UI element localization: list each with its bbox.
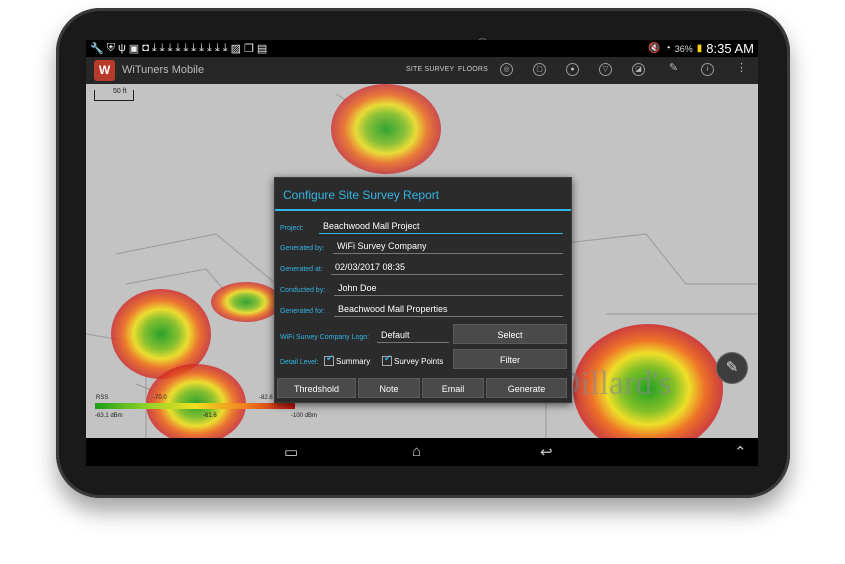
email-button[interactable]: Email xyxy=(422,378,484,398)
logo-label: WiFi Survey Company Logo: xyxy=(280,334,370,341)
download-icon: ⤓ xyxy=(151,42,157,54)
threshold-button[interactable]: Thredshold xyxy=(277,378,356,398)
download-icon: ⤓ xyxy=(214,42,220,54)
download-icon: ⤓ xyxy=(159,42,165,54)
legend-tick-left: -63.1 dBm xyxy=(95,413,123,419)
generated-for-field[interactable]: Beachwood Mall Properties xyxy=(334,303,563,317)
filter-button[interactable]: Filter xyxy=(453,349,567,369)
legend-tick-mid1: -70.0 xyxy=(153,395,167,401)
wrench-icon: 🔧 xyxy=(90,43,104,55)
generated-at-label: Generated at: xyxy=(280,266,323,273)
generated-by-field[interactable]: WiFi Survey Company xyxy=(333,240,563,254)
summary-label: Summary xyxy=(336,357,371,366)
scale-label: 50 ft xyxy=(113,88,127,95)
clock: 8:35 AM xyxy=(706,41,754,56)
download-icon: ⤓ xyxy=(206,42,212,54)
check-icon: ✔ xyxy=(326,353,334,363)
download-icon: ⤓ xyxy=(222,42,228,54)
navigation-bar: ▭ ⌂ ↩ ⌃ xyxy=(86,438,758,466)
download-icon: ⤓ xyxy=(191,42,197,54)
project-label: Project: xyxy=(280,225,304,232)
legend-tick-right: -100 dBm xyxy=(291,413,318,419)
survey-icon[interactable]: ▢ xyxy=(533,63,546,76)
select-button[interactable]: Select xyxy=(453,324,567,344)
wifi-icon: ◔ xyxy=(664,43,671,54)
download-icon: ⤓ xyxy=(167,42,173,54)
store-label-watermark: Dillard's xyxy=(556,365,672,402)
floors-tab[interactable]: FLOORS xyxy=(458,66,488,73)
chevron-up-icon[interactable]: ⌃ xyxy=(734,443,747,461)
info-icon[interactable]: i xyxy=(701,63,714,76)
status-bar: 🔧 ⛨ ψ ▣ ◘ ⤓ ⤓ ⤓ ⤓ ⤓ ⤓ ⤓ ⤓ ⤓ ⤓ ▨ ❐ ▤ 🔇 ◔ … xyxy=(86,40,758,57)
floor-plan-map[interactable]: Dillard's 50 ft RSS -70.0 -82.6 -63.1 dB… xyxy=(86,84,758,438)
detail-level-label: Detail Level: xyxy=(280,359,319,366)
home-icon[interactable]: ⌂ xyxy=(412,443,421,460)
tools-icon[interactable]: ✎ xyxy=(668,63,679,74)
image-icon: ▨ xyxy=(230,43,242,55)
site-survey-tab[interactable]: SITE SURVEY xyxy=(406,66,454,73)
status-right: 🔇 ◔ 36% ▮ 8:35 AM xyxy=(648,41,754,56)
battery-icon: ▮ xyxy=(696,43,703,54)
app-logo-icon[interactable]: W xyxy=(94,60,115,81)
note-button[interactable]: Note xyxy=(358,378,420,398)
check-icon: ✔ xyxy=(384,353,392,363)
generate-button[interactable]: Generate xyxy=(486,378,567,398)
screenshot-icon: ◘ xyxy=(142,42,149,54)
mute-icon: 🔇 xyxy=(648,43,661,54)
dialog-title: Configure Site Survey Report xyxy=(283,188,440,202)
generated-by-label: Generated by: xyxy=(280,245,325,252)
download-icon: ⤓ xyxy=(199,42,204,54)
overflow-menu-icon[interactable]: ⋮ xyxy=(736,63,747,74)
legend-tick-mid2: -82.6 xyxy=(259,395,273,401)
generated-for-label: Generated for: xyxy=(280,308,326,315)
screen: 🔧 ⛨ ψ ▣ ◘ ⤓ ⤓ ⤓ ⤓ ⤓ ⤓ ⤓ ⤓ ⤓ ⤓ ▨ ❐ ▤ 🔇 ◔ … xyxy=(86,40,758,466)
back-icon[interactable]: ↩ xyxy=(540,443,553,461)
survey-points-label: Survey Points xyxy=(394,357,444,366)
app-title: WiTuners Mobile xyxy=(122,64,205,76)
map-scale: 50 ft xyxy=(94,88,134,101)
configure-report-dialog: Configure Site Survey Report Project: Be… xyxy=(274,177,572,403)
download-icon: ⤓ xyxy=(175,42,181,54)
title-divider xyxy=(275,209,571,211)
chart-icon[interactable]: ◪ xyxy=(632,63,645,76)
conducted-by-field[interactable]: John Doe xyxy=(334,282,563,296)
project-field[interactable]: Beachwood Mall Project xyxy=(319,220,563,234)
usb-icon: ψ xyxy=(117,42,126,54)
survey-points-checkbox[interactable]: ✔ xyxy=(382,353,392,366)
sd-card-icon: ▣ xyxy=(128,43,140,55)
filter-icon[interactable]: ▽ xyxy=(599,63,612,76)
recent-apps-icon[interactable]: ▭ xyxy=(284,443,298,461)
edit-fab-icon[interactable]: ✎ xyxy=(716,352,748,384)
conducted-by-label: Conducted by: xyxy=(280,287,326,294)
download-icon: ⤓ xyxy=(183,42,189,54)
access-point-icon[interactable]: ◎ xyxy=(500,63,513,76)
action-bar: W WiTuners Mobile SITE SURVEY FLOORS ◎ ▢… xyxy=(86,57,758,84)
generated-at-field[interactable]: 02/03/2017 08:35 xyxy=(331,261,563,275)
legend-tick-mid3: -61.6 xyxy=(203,413,217,419)
battery-level: 36% xyxy=(674,43,693,54)
summary-checkbox[interactable]: ✔ xyxy=(324,353,334,366)
logo-field[interactable]: Default xyxy=(377,329,449,343)
notification-icons: 🔧 ⛨ ψ ▣ ◘ ⤓ ⤓ ⤓ ⤓ ⤓ ⤓ ⤓ ⤓ ⤓ ⤓ ▨ ❐ ▤ xyxy=(90,42,267,55)
copy-icon: ❐ xyxy=(244,43,254,55)
shield-icon: ⛨ xyxy=(106,42,115,54)
target-icon[interactable]: ● xyxy=(566,63,579,76)
legend-gradient-bar xyxy=(95,403,295,409)
briefcase-icon: ▤ xyxy=(256,43,268,55)
legend-label: RSS xyxy=(96,395,109,401)
